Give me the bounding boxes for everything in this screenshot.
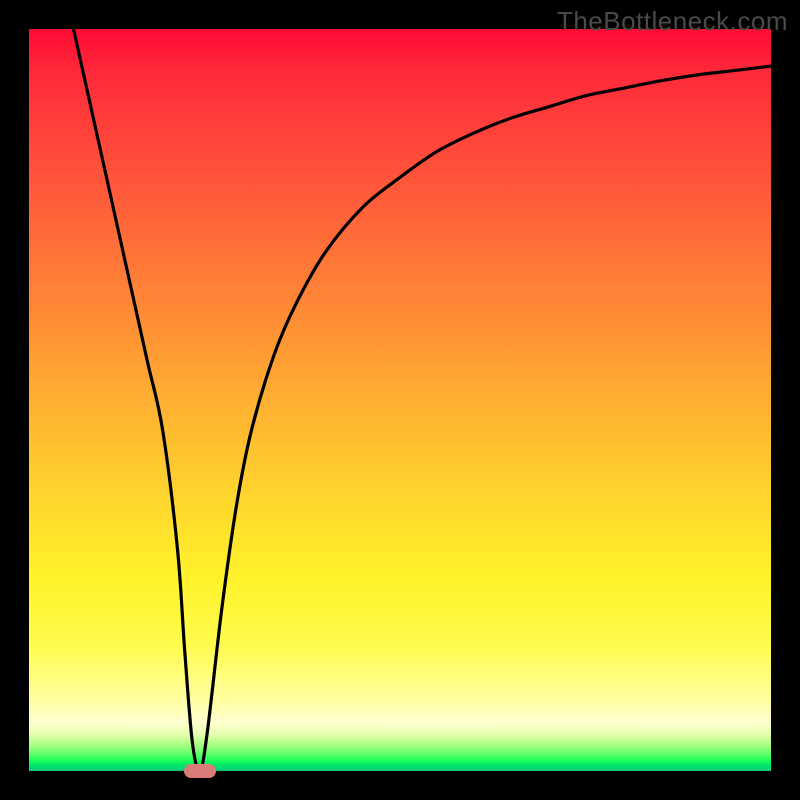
chart-frame: TheBottleneck.com	[0, 0, 800, 800]
curve-svg	[29, 29, 771, 771]
watermark-text: TheBottleneck.com	[557, 6, 788, 37]
minimum-marker	[184, 764, 216, 778]
plot-area	[29, 29, 771, 771]
bottleneck-curve	[74, 29, 771, 771]
